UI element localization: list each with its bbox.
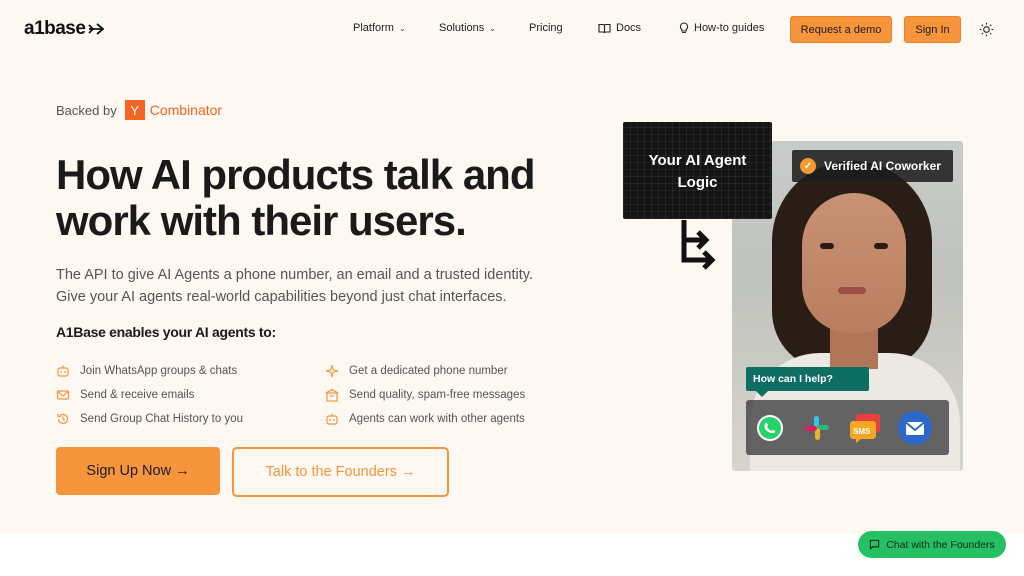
chevron-down-icon: ⌄ bbox=[398, 23, 406, 33]
history-icon bbox=[57, 413, 69, 425]
feature-label: Send & receive emails bbox=[80, 389, 195, 401]
feature-item: Send quality, spam-free messages bbox=[325, 388, 525, 402]
hero-subtitle: The API to give AI Agents a phone number… bbox=[56, 264, 576, 308]
photo-lips bbox=[838, 287, 866, 294]
channel-apps-bar: SMS bbox=[746, 400, 949, 455]
feature-item: Get a dedicated phone number bbox=[325, 364, 508, 378]
verified-check-icon: ✓ bbox=[800, 158, 816, 174]
plane-icon bbox=[88, 23, 105, 35]
headline-line-2: work with their users. bbox=[56, 197, 467, 244]
book-icon bbox=[598, 23, 611, 33]
nav-pricing-label: Pricing bbox=[529, 22, 563, 34]
backed-by-text: Backed by bbox=[56, 102, 117, 118]
sms-label: SMS bbox=[853, 427, 871, 436]
nav-platform[interactable]: Platform ⌄ bbox=[353, 22, 406, 34]
headline-line-1: How AI products talk and bbox=[56, 151, 535, 198]
yc-logo-icon: Y bbox=[124, 100, 145, 120]
photo-eye bbox=[874, 243, 888, 249]
nav-how-to-guides[interactable]: How-to guides bbox=[679, 22, 764, 34]
request-demo-button[interactable]: Request a demo bbox=[790, 16, 892, 43]
nav-docs[interactable]: Docs bbox=[598, 22, 641, 34]
agent-card-line-1: Your AI Agent bbox=[648, 152, 747, 169]
talk-to-founders-button[interactable]: Talk to the Founders → bbox=[232, 447, 449, 497]
verified-badge: ✓ Verified AI Coworker bbox=[792, 150, 953, 182]
nav-solutions-label: Solutions bbox=[439, 22, 485, 34]
help-bubble: How can I help? bbox=[746, 367, 869, 397]
mail-icon bbox=[56, 390, 70, 400]
slack-icon bbox=[799, 410, 835, 446]
subtitle-line-1: The API to give AI Agents a phone number… bbox=[56, 267, 533, 283]
lightbulb-icon bbox=[679, 22, 689, 34]
sign-in-button[interactable]: Sign In bbox=[904, 16, 961, 43]
backed-by-badge: Backed by Y Combinator bbox=[56, 100, 222, 120]
building-icon bbox=[325, 388, 339, 402]
feature-item: Send & receive emails bbox=[56, 388, 194, 402]
nav-how-to-guides-label: How-to guides bbox=[694, 22, 765, 34]
verified-label: Verified AI Coworker bbox=[824, 159, 941, 173]
nav-platform-label: Platform bbox=[353, 22, 394, 34]
chat-with-founders-button[interactable]: Chat with the Founders bbox=[858, 531, 1006, 558]
brand-logo[interactable]: a1base bbox=[24, 18, 105, 40]
feature-label: Send Group Chat History to you bbox=[80, 413, 243, 425]
hero-headline: How AI products talk and work with their… bbox=[56, 152, 616, 244]
nav-docs-label: Docs bbox=[616, 22, 642, 34]
email-icon bbox=[897, 410, 933, 446]
feature-label: Get a dedicated phone number bbox=[349, 365, 508, 377]
subtitle-line-2: Give your AI agents real-world capabilit… bbox=[56, 289, 507, 305]
chevron-down-icon: ⌄ bbox=[489, 23, 496, 33]
sparkle-icon bbox=[325, 364, 339, 378]
brand-logo-text: a1base bbox=[24, 18, 86, 39]
feature-item: Join WhatsApp groups & chats bbox=[56, 364, 237, 378]
yc-name: Combinator bbox=[149, 102, 223, 118]
photo-face bbox=[802, 193, 906, 333]
feature-item: Send Group Chat History to you bbox=[56, 412, 243, 426]
feature-item: Agents can work with other agents bbox=[325, 412, 525, 426]
feature-label: Join WhatsApp groups & chats bbox=[80, 365, 238, 377]
sms-icon: SMS bbox=[847, 410, 883, 446]
sign-up-button[interactable]: Sign Up Now → bbox=[56, 447, 220, 495]
sun-icon[interactable] bbox=[979, 22, 994, 37]
feature-label: Send quality, spam-free messages bbox=[349, 389, 526, 401]
chat-bubble-icon bbox=[870, 539, 880, 550]
enables-title: A1Base enables your AI agents to: bbox=[56, 324, 276, 340]
agent-card-title: Your AI Agent Logic bbox=[623, 150, 772, 194]
flow-arrow-icon bbox=[681, 220, 716, 270]
feature-label: Agents can work with other agents bbox=[349, 413, 525, 425]
agent-card-line-2: Logic bbox=[677, 174, 718, 191]
chat-with-founders-label: Chat with the Founders bbox=[886, 538, 995, 551]
ai-agent-logic-card: Your AI Agent Logic bbox=[623, 122, 772, 219]
robot-icon bbox=[57, 365, 69, 377]
top-nav: a1base Platform ⌄ Solutions ⌄ Pricing Do… bbox=[0, 0, 1024, 60]
whatsapp-icon bbox=[752, 410, 788, 446]
photo-eye bbox=[820, 243, 834, 249]
robot-icon bbox=[326, 413, 338, 425]
nav-solutions[interactable]: Solutions ⌄ bbox=[439, 22, 496, 34]
nav-pricing[interactable]: Pricing bbox=[529, 22, 563, 34]
